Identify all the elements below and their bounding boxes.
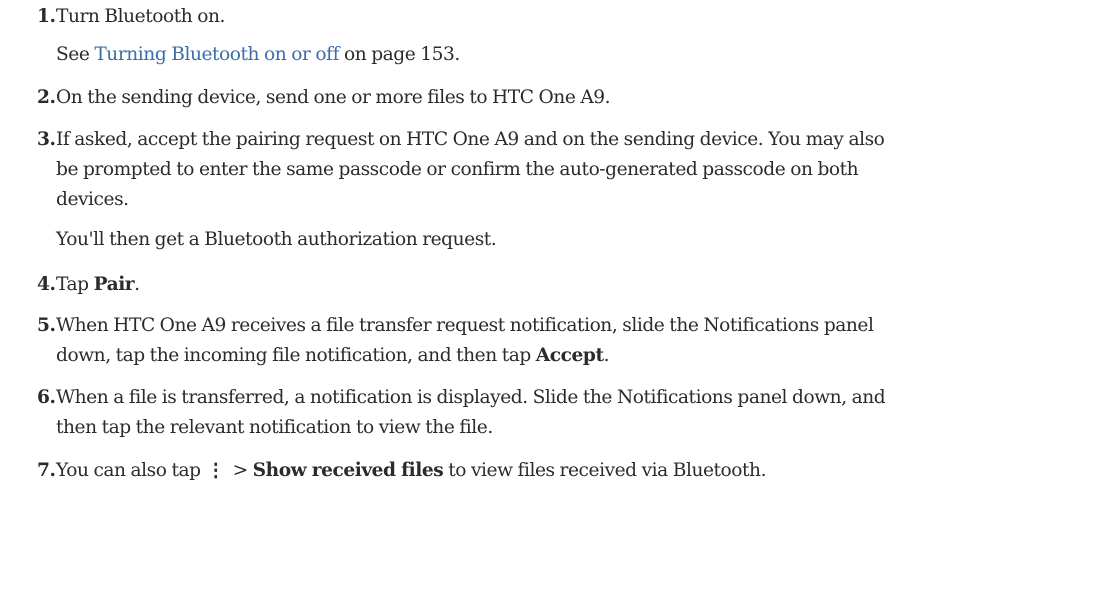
step-line-text: down, tap the incoming file notification… [56,345,536,366]
turning-bluetooth-link[interactable]: Turning Bluetooth on or off [94,44,339,65]
step-number: 5. [37,315,56,336]
step-text: You can also tap [56,460,201,481]
show-received-files-label: Show received files [252,460,444,481]
step-text-end: . [134,274,140,295]
document-page: 1. Turn Bluetooth on. See Turning Blueto… [0,0,1114,608]
step-number: 1. [37,6,56,27]
step-number: 6. [37,387,56,408]
more-vertical-icon: ⋮ [206,460,225,481]
step-line: When a file is transferred, a notificati… [56,387,886,408]
reference-prefix: See [56,44,95,65]
step-line: down, tap the incoming file notification… [56,341,1106,371]
step-text: On the sending device, send one or more … [56,87,611,108]
step-note-text: You'll then get a Bluetooth authorizatio… [56,229,497,250]
step-number: 7. [37,460,56,481]
step-number: 3. [37,129,56,150]
step-number: 2. [37,87,56,108]
step-line: When HTC One A9 receives a file transfer… [56,315,874,336]
accept-button-label: Accept [535,345,604,366]
reference-suffix: on page 153. [339,44,460,65]
step-line: If asked, accept the pairing request on … [56,129,885,150]
step-number: 4. [37,274,56,295]
menu-separator: > [232,460,253,481]
step-line: be prompted to enter the same passcode o… [56,159,859,180]
step-text-end: to view files received via Bluetooth. [443,460,767,481]
step-text-end: . [603,345,610,366]
step-text: Tap [56,274,94,295]
pair-button-label: Pair [93,274,135,295]
step-line: devices. [56,189,129,210]
step-text: Turn Bluetooth on. [56,6,225,27]
step-line: then tap the relevant notification to vi… [56,417,493,438]
